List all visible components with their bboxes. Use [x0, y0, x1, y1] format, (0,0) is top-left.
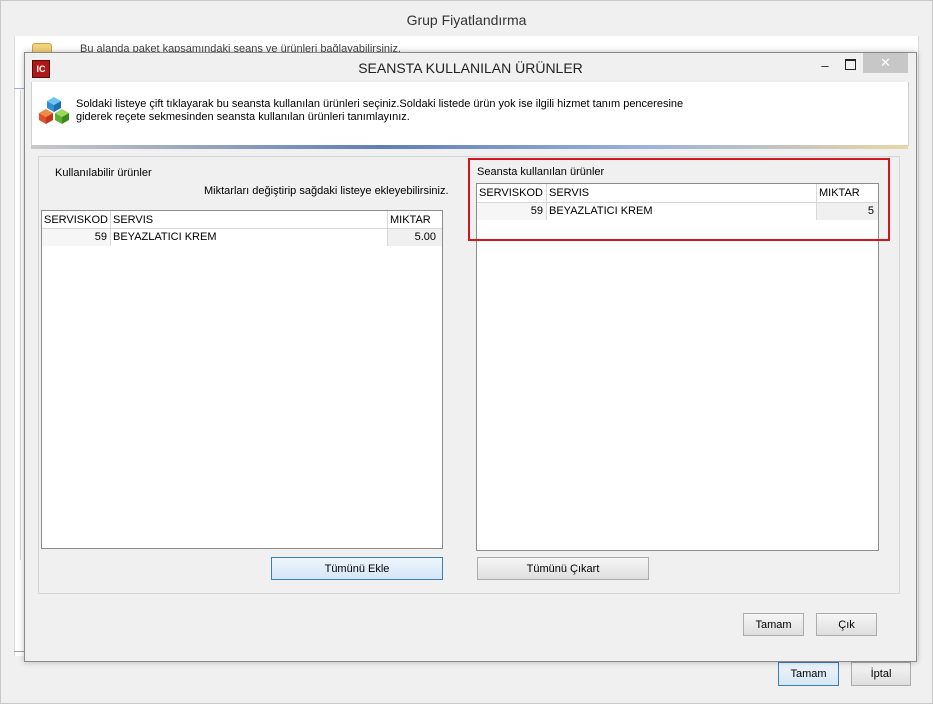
- outer-cancel-button[interactable]: İptal: [851, 662, 911, 686]
- left-header-servis[interactable]: SERVIS: [111, 211, 388, 229]
- left-row-kod: 59: [42, 229, 111, 246]
- info-separator: [31, 145, 908, 149]
- dialog-exit-button[interactable]: Çık: [816, 613, 877, 636]
- app-icon: IC: [32, 60, 50, 78]
- cubes-icon: [39, 97, 69, 124]
- info-bar: Soldaki listeye çift tıklayarak bu seans…: [31, 82, 909, 146]
- products-dialog: SEANSTA KULLANILAN ÜRÜNLER IC – ✕ Soldak…: [24, 52, 917, 662]
- info-text-line1: Soldaki listeye çift tıklayarak bu seans…: [76, 98, 684, 110]
- table-row[interactable]: 59 BEYAZLATICI KREM 5.00: [42, 229, 442, 246]
- left-panel-hint: Miktarları değiştirip sağdaki listeye ek…: [204, 185, 449, 197]
- dialog-title: SEANSTA KULLANILAN ÜRÜNLER: [358, 60, 583, 76]
- folder-icon: [32, 43, 52, 52]
- selection-highlight: [468, 158, 890, 241]
- minimize-icon[interactable]: –: [819, 59, 831, 73]
- outer-divider: [20, 90, 21, 560]
- outer-window-title: Grup Fiyatlandırma: [1, 1, 932, 37]
- left-header-serviskod[interactable]: SERVISKOD: [42, 211, 111, 229]
- left-products-grid[interactable]: SERVISKOD SERVIS MIKTAR 59 BEYAZLATICI K…: [41, 210, 443, 549]
- left-row-servis: BEYAZLATICI KREM: [111, 229, 388, 246]
- left-panel-title: Kullanılabilir ürünler: [55, 167, 152, 179]
- info-text-line2: giderek reçete sekmesinden seansta kulla…: [76, 111, 410, 123]
- outer-ok-button[interactable]: Tamam: [778, 662, 839, 686]
- info-text: Soldaki listeye çift tıklayarak bu seans…: [76, 98, 796, 124]
- add-all-button[interactable]: Tümünü Ekle: [271, 557, 443, 580]
- remove-all-button[interactable]: Tümünü Çıkart: [477, 557, 649, 580]
- maximize-icon[interactable]: [845, 59, 856, 70]
- dialog-ok-button[interactable]: Tamam: [743, 613, 804, 636]
- close-icon[interactable]: ✕: [863, 53, 908, 73]
- left-row-miktar[interactable]: 5.00: [388, 229, 442, 246]
- left-header-miktar[interactable]: MIKTAR: [388, 211, 442, 229]
